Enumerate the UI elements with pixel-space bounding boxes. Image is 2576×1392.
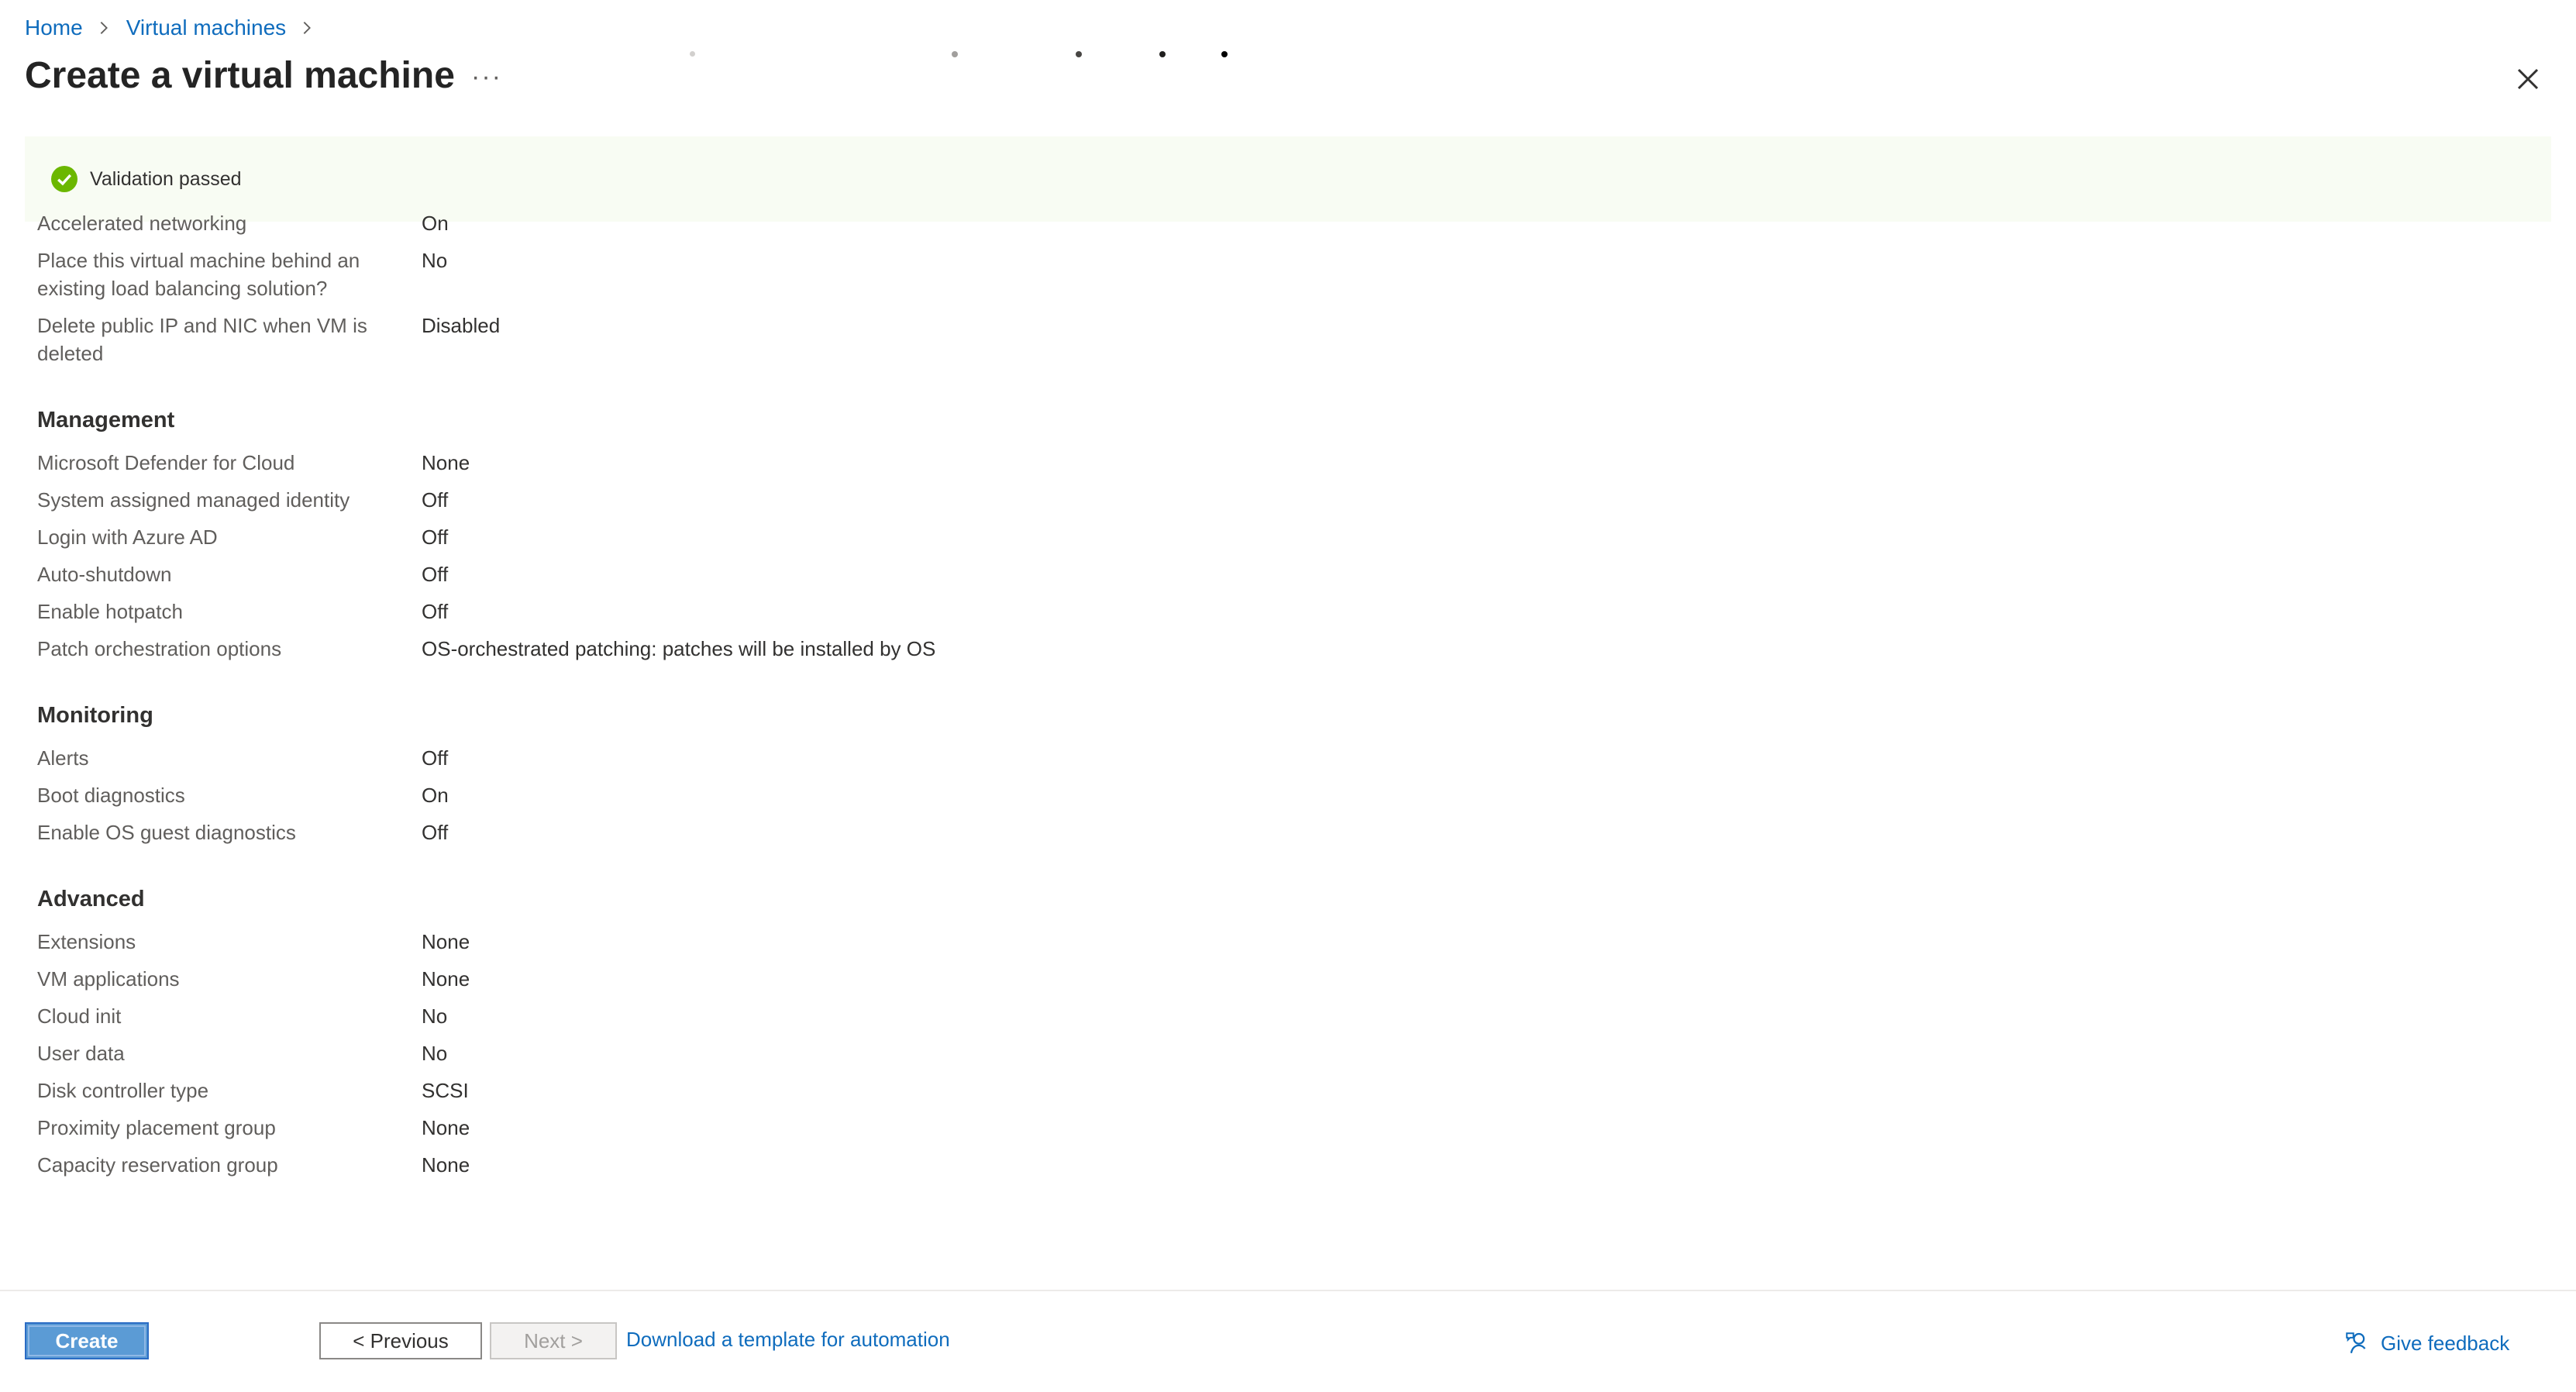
row-label: Boot diagnostics	[37, 784, 185, 807]
summary-row: Login with Azure AD Off	[37, 523, 2517, 551]
summary-row: Microsoft Defender for Cloud None	[37, 449, 2517, 477]
networking-section: Accelerated networking On Place this vir…	[37, 209, 2517, 367]
summary-row: Alerts Off	[37, 744, 2517, 772]
row-label: Patch orchestration options	[37, 637, 282, 660]
row-value: Off	[422, 600, 449, 623]
summary-row: Cloud init No	[37, 1002, 2517, 1030]
row-value: Off	[422, 488, 449, 512]
loading-dot	[952, 51, 958, 57]
row-value: None	[422, 967, 470, 991]
summary-row: System assigned managed identity Off	[37, 486, 2517, 514]
breadcrumb-home-link[interactable]: Home	[25, 16, 83, 40]
row-label: Enable hotpatch	[37, 600, 183, 623]
summary-row: Enable hotpatch Off	[37, 598, 2517, 625]
row-value: SCSI	[422, 1079, 469, 1102]
row-label: Proximity placement group	[37, 1116, 276, 1139]
summary-row: Proximity placement group None	[37, 1114, 2517, 1142]
row-label: Extensions	[37, 930, 136, 953]
row-label: User data	[37, 1042, 125, 1065]
row-value: No	[422, 1042, 448, 1065]
advanced-section: Advanced Extensions None VM applications N…	[37, 887, 2517, 1179]
review-summary: Accelerated networking On Place this vir…	[37, 209, 2517, 1188]
row-value: None	[422, 930, 470, 953]
summary-row: Extensions None	[37, 928, 2517, 956]
row-value: Off	[422, 746, 449, 770]
summary-row: Accelerated networking On	[37, 209, 2517, 237]
row-label: Auto-shutdown	[37, 563, 172, 586]
row-value: OS-orchestrated patching: patches will b…	[422, 637, 936, 660]
chevron-right-icon	[303, 22, 312, 34]
row-value: None	[422, 1153, 470, 1177]
breadcrumb: Home Virtual machines	[25, 12, 329, 43]
row-label: Capacity reservation group	[37, 1153, 278, 1177]
row-value: No	[422, 249, 448, 272]
loading-dot	[1221, 51, 1228, 57]
loading-dot	[1076, 51, 1082, 57]
row-label: VM applications	[37, 967, 180, 991]
previous-button[interactable]: < Previous	[319, 1322, 482, 1359]
summary-row: Patch orchestration options OS-orchestrat…	[37, 635, 2517, 663]
summary-row: VM applications None	[37, 965, 2517, 993]
summary-row: Place this virtual machine behind an exi…	[37, 246, 2517, 302]
row-label: Place this virtual machine behind an exi…	[37, 249, 360, 300]
section-title: Advanced	[37, 887, 145, 911]
check-circle-icon	[51, 166, 77, 192]
give-feedback-button[interactable]: Give feedback	[2344, 1330, 2509, 1356]
next-button[interactable]: Next >	[490, 1322, 617, 1359]
summary-row: Auto-shutdown Off	[37, 560, 2517, 588]
summary-row: Capacity reservation group None	[37, 1151, 2517, 1179]
management-section: Management Microsoft Defender for Cloud N…	[37, 408, 2517, 663]
loading-dot	[1159, 51, 1166, 57]
more-options-button[interactable]: ···	[471, 62, 502, 92]
row-label: Disk controller type	[37, 1079, 209, 1102]
create-button[interactable]: Create	[25, 1322, 149, 1359]
row-label: Login with Azure AD	[37, 525, 218, 549]
row-value: Off	[422, 563, 449, 586]
section-title: Management	[37, 408, 175, 432]
footer-divider	[0, 1290, 2576, 1291]
section-title: Monitoring	[37, 703, 153, 728]
close-icon[interactable]	[2514, 65, 2542, 93]
breadcrumb-virtual-machines-link[interactable]: Virtual machines	[126, 16, 286, 40]
row-label: Delete public IP and NIC when VM is dele…	[37, 314, 367, 365]
page-title: Create a virtual machine	[25, 55, 455, 96]
row-value: On	[422, 212, 449, 235]
row-value: None	[422, 1116, 470, 1139]
download-template-link[interactable]: Download a template for automation	[626, 1324, 950, 1355]
row-label: Alerts	[37, 746, 89, 770]
give-feedback-label: Give feedback	[2381, 1331, 2510, 1355]
row-label: Cloud init	[37, 1004, 122, 1028]
monitoring-section: Monitoring Alerts Off Boot diagnostics On …	[37, 703, 2517, 846]
feedback-icon	[2346, 1332, 2366, 1354]
row-value: On	[422, 784, 449, 807]
row-label: Enable OS guest diagnostics	[37, 821, 296, 844]
validation-message: Validation passed	[90, 167, 242, 190]
row-value: None	[422, 451, 470, 474]
summary-row: Delete public IP and NIC when VM is dele…	[37, 312, 2517, 367]
row-label: Accelerated networking	[37, 212, 247, 235]
row-value: Off	[422, 525, 449, 549]
loading-dot	[690, 51, 695, 57]
chevron-right-icon	[100, 22, 108, 34]
row-label: System assigned managed identity	[37, 488, 350, 512]
row-label: Microsoft Defender for Cloud	[37, 451, 295, 474]
row-value: No	[422, 1004, 448, 1028]
row-value: Disabled	[422, 314, 501, 337]
summary-row: User data No	[37, 1039, 2517, 1067]
summary-row: Enable OS guest diagnostics Off	[37, 818, 2517, 846]
summary-row: Boot diagnostics On	[37, 781, 2517, 809]
row-value: Off	[422, 821, 449, 844]
summary-row: Disk controller type SCSI	[37, 1077, 2517, 1104]
